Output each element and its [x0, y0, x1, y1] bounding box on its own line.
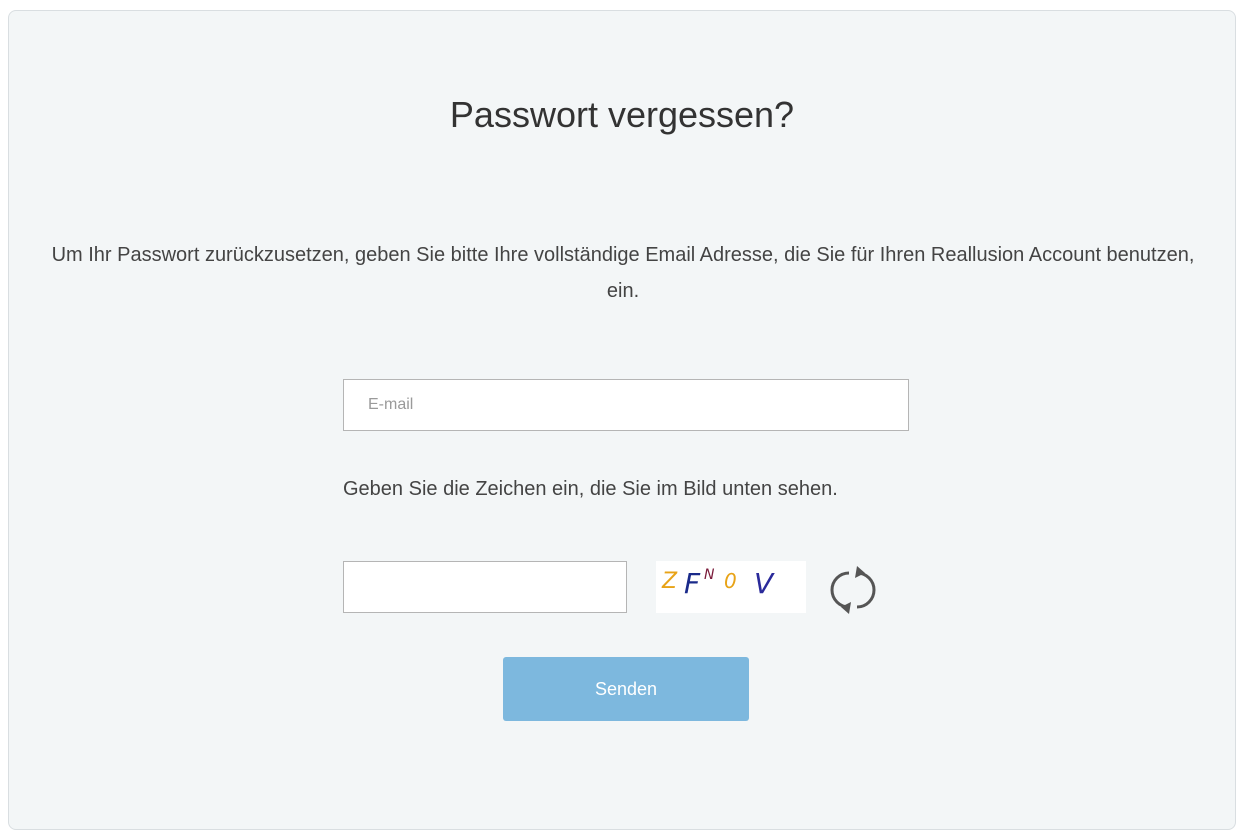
captcha-hint: Geben Sie die Zeichen ein, die Sie im Bi…	[343, 478, 838, 500]
captcha-input[interactable]	[343, 561, 627, 613]
captcha-char: V	[754, 567, 774, 600]
captcha-char: Z	[662, 569, 678, 594]
forgot-password-card: Passwort vergessen? Um Ihr Passwort zurü…	[8, 10, 1236, 830]
page-title: Passwort vergessen?	[449, 94, 795, 135]
captcha-char: F	[684, 567, 701, 600]
instructions-text: Um Ihr Passwort zurückzusetzen, geben Si…	[51, 244, 1195, 302]
captcha-char: 0	[724, 569, 737, 593]
refresh-icon[interactable]	[827, 563, 879, 615]
email-field[interactable]	[343, 379, 909, 431]
send-button[interactable]: Senden	[503, 657, 749, 721]
captcha-image: Z F N 0 V	[656, 561, 806, 613]
captcha-char: N	[704, 567, 715, 583]
